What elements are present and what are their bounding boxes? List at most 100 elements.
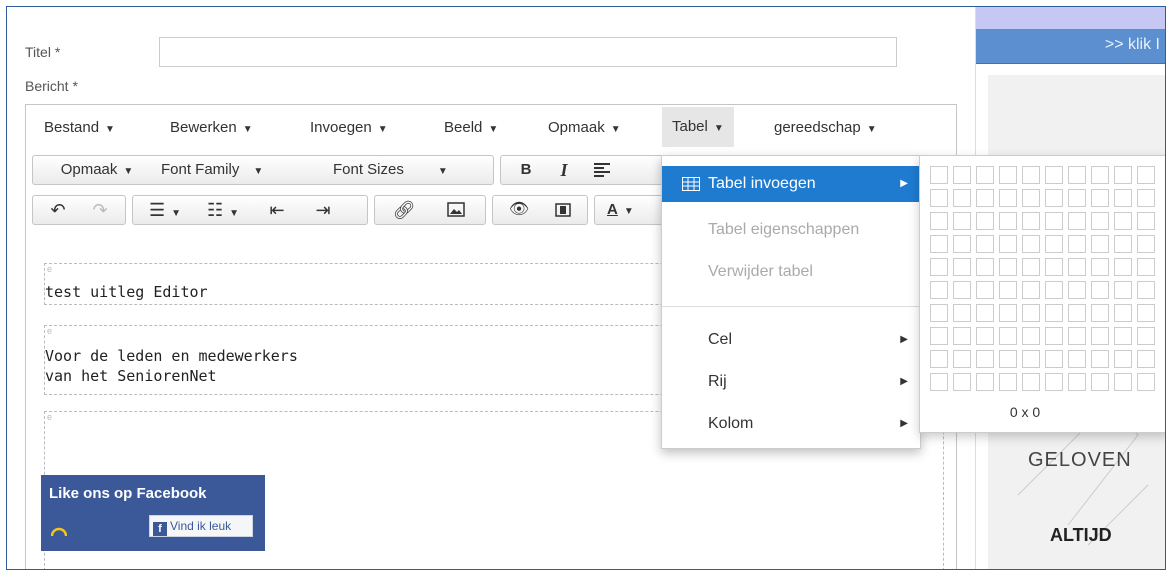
grid-cell[interactable] (1022, 235, 1040, 253)
grid-cell[interactable] (953, 235, 971, 253)
grid-cell[interactable] (1114, 166, 1132, 184)
grid-cell[interactable] (930, 373, 948, 391)
grid-cell[interactable] (1137, 327, 1155, 345)
grid-cell[interactable] (1091, 189, 1109, 207)
numbered-list-button[interactable]: ☷ ▼ (195, 196, 251, 224)
grid-cell[interactable] (1045, 350, 1063, 368)
grid-cell[interactable] (1137, 212, 1155, 230)
facebook-like-button[interactable]: f Vind ik leuk (149, 515, 253, 537)
grid-cell[interactable] (1137, 373, 1155, 391)
grid-cell[interactable] (976, 350, 994, 368)
grid-cell[interactable] (930, 304, 948, 322)
grid-cell[interactable] (1045, 235, 1063, 253)
grid-cell[interactable] (1068, 327, 1086, 345)
grid-cell[interactable] (999, 373, 1017, 391)
grid-cell[interactable] (1068, 189, 1086, 207)
grid-cell[interactable] (930, 258, 948, 276)
grid-cell[interactable] (999, 212, 1017, 230)
grid-cell[interactable] (1114, 235, 1132, 253)
undo-button[interactable]: ↶ (39, 196, 77, 224)
grid-cell[interactable] (930, 189, 948, 207)
outdent-button[interactable]: ⇤ (257, 196, 297, 224)
menu-invoegen[interactable]: Invoegen ▼ (300, 115, 398, 141)
grid-cell[interactable] (953, 304, 971, 322)
menu-item-kolom[interactable]: Kolom ▶ (662, 406, 920, 442)
grid-cell[interactable] (1068, 281, 1086, 299)
grid-cell[interactable] (1091, 327, 1109, 345)
grid-cell[interactable] (1068, 235, 1086, 253)
grid-cell[interactable] (976, 212, 994, 230)
grid-cell[interactable] (1068, 212, 1086, 230)
sidebar-link[interactable]: >> klik I (1105, 36, 1160, 54)
grid-cell[interactable] (1022, 350, 1040, 368)
grid-cell[interactable] (1137, 281, 1155, 299)
grid-cell[interactable] (976, 373, 994, 391)
font-sizes-select[interactable]: Font Sizes ▼ (333, 156, 489, 184)
grid-cell[interactable] (1091, 166, 1109, 184)
grid-cell[interactable] (953, 327, 971, 345)
grid-cell[interactable] (976, 166, 994, 184)
font-color-button[interactable]: A ▼ (601, 196, 663, 224)
grid-cell[interactable] (1114, 281, 1132, 299)
grid-cell[interactable] (999, 350, 1017, 368)
format-select[interactable]: Opmaak ▼ (39, 156, 155, 184)
grid-cell[interactable] (1045, 281, 1063, 299)
menu-tabel[interactable]: Tabel ▼ (662, 107, 734, 147)
grid-cell[interactable] (1114, 304, 1132, 322)
grid-cell[interactable] (1114, 258, 1132, 276)
grid-cell[interactable] (1137, 258, 1155, 276)
menu-beeld[interactable]: Beeld ▼ (434, 115, 508, 141)
grid-cell[interactable] (999, 327, 1017, 345)
grid-cell[interactable] (1114, 189, 1132, 207)
menu-item-tabel-invoegen[interactable]: Tabel invoegen ▶ (662, 166, 920, 202)
grid-cell[interactable] (1022, 212, 1040, 230)
grid-cell[interactable] (1068, 373, 1086, 391)
grid-cell[interactable] (953, 166, 971, 184)
grid-cell[interactable] (1045, 327, 1063, 345)
grid-cell[interactable] (1022, 166, 1040, 184)
grid-cell[interactable] (976, 189, 994, 207)
grid-cell[interactable] (930, 281, 948, 299)
grid-cell[interactable] (1045, 373, 1063, 391)
grid-cell[interactable] (953, 189, 971, 207)
grid-cell[interactable] (999, 304, 1017, 322)
grid-cell[interactable] (1091, 373, 1109, 391)
grid-cell[interactable] (1091, 235, 1109, 253)
grid-cell[interactable] (953, 350, 971, 368)
grid-cell[interactable] (930, 350, 948, 368)
grid-cell[interactable] (1045, 212, 1063, 230)
grid-cell[interactable] (1114, 350, 1132, 368)
grid-cell[interactable] (1137, 235, 1155, 253)
menu-gereedschap[interactable]: gereedschap ▼ (764, 115, 887, 141)
grid-cell[interactable] (976, 304, 994, 322)
menu-bestand[interactable]: Bestand ▼ (34, 115, 125, 141)
grid-cell[interactable] (1022, 373, 1040, 391)
link-button[interactable]: 🔗︎ (381, 196, 427, 224)
grid-cell[interactable] (1114, 212, 1132, 230)
indent-button[interactable]: ⇥ (303, 196, 343, 224)
menu-bewerken[interactable]: Bewerken ▼ (160, 115, 263, 141)
grid-cell[interactable] (976, 235, 994, 253)
grid-cell[interactable] (1068, 166, 1086, 184)
grid-cell[interactable] (1045, 166, 1063, 184)
grid-cell[interactable] (1114, 373, 1132, 391)
title-input[interactable] (159, 37, 897, 67)
grid-cell[interactable] (999, 166, 1017, 184)
grid-cell[interactable] (999, 235, 1017, 253)
font-family-select[interactable]: Font Family ▼ (161, 156, 329, 184)
grid-cell[interactable] (1137, 189, 1155, 207)
grid-cell[interactable] (953, 258, 971, 276)
grid-cell[interactable] (1045, 189, 1063, 207)
align-left-button[interactable] (585, 156, 619, 184)
grid-cell[interactable] (953, 212, 971, 230)
grid-cell[interactable] (999, 258, 1017, 276)
grid-cell[interactable] (1091, 212, 1109, 230)
bullet-list-button[interactable]: ☰ ▼ (139, 196, 191, 224)
grid-cell[interactable] (1022, 189, 1040, 207)
grid-cell[interactable] (1022, 258, 1040, 276)
grid-cell[interactable] (976, 281, 994, 299)
grid-cell[interactable] (1022, 281, 1040, 299)
grid-cell[interactable] (1045, 258, 1063, 276)
media-button[interactable] (543, 196, 583, 224)
grid-cell[interactable] (1137, 304, 1155, 322)
